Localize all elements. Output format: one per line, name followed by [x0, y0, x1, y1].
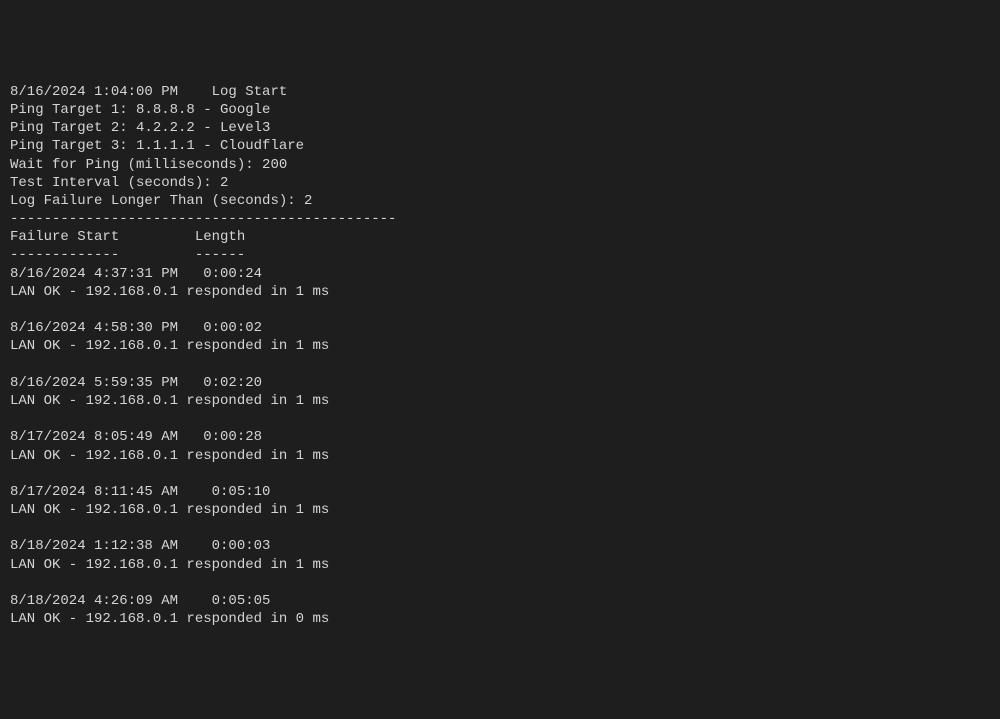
ping-target-1: Ping Target 1: 8.8.8.8 - Google: [10, 101, 990, 119]
failure-entry: 8/17/2024 8:05:49 AM 0:00:28: [10, 428, 990, 446]
blank-line: [10, 519, 990, 537]
failure-entry: 8/17/2024 8:11:45 AM 0:05:10: [10, 483, 990, 501]
log-start-line: 8/16/2024 1:04:00 PM Log Start: [10, 83, 990, 101]
column-underline: ------------- ------: [10, 246, 990, 264]
failure-entry: 8/16/2024 4:37:31 PM 0:00:24: [10, 265, 990, 283]
failure-entry: 8/16/2024 4:58:30 PM 0:00:02: [10, 319, 990, 337]
lan-status: LAN OK - 192.168.0.1 responded in 1 ms: [10, 392, 990, 410]
log-output: 8/16/2024 1:04:00 PM Log StartPing Targe…: [10, 83, 990, 629]
blank-line: [10, 574, 990, 592]
column-headers: Failure Start Length: [10, 228, 990, 246]
lan-status: LAN OK - 192.168.0.1 responded in 1 ms: [10, 556, 990, 574]
failure-entry: 8/18/2024 4:26:09 AM 0:05:05: [10, 592, 990, 610]
failure-entry: 8/18/2024 1:12:38 AM 0:00:03: [10, 537, 990, 555]
lan-status: LAN OK - 192.168.0.1 responded in 1 ms: [10, 337, 990, 355]
test-interval: Test Interval (seconds): 2: [10, 174, 990, 192]
lan-status: LAN OK - 192.168.0.1 responded in 1 ms: [10, 501, 990, 519]
ping-target-3: Ping Target 3: 1.1.1.1 - Cloudflare: [10, 137, 990, 155]
lan-status: LAN OK - 192.168.0.1 responded in 1 ms: [10, 447, 990, 465]
lan-status: LAN OK - 192.168.0.1 responded in 0 ms: [10, 610, 990, 628]
blank-line: [10, 301, 990, 319]
log-failure-threshold: Log Failure Longer Than (seconds): 2: [10, 192, 990, 210]
blank-line: [10, 410, 990, 428]
wait-for-ping: Wait for Ping (milliseconds): 200: [10, 156, 990, 174]
blank-line: [10, 465, 990, 483]
blank-line: [10, 356, 990, 374]
ping-target-2: Ping Target 2: 4.2.2.2 - Level3: [10, 119, 990, 137]
failure-entry: 8/16/2024 5:59:35 PM 0:02:20: [10, 374, 990, 392]
lan-status: LAN OK - 192.168.0.1 responded in 1 ms: [10, 283, 990, 301]
separator: ----------------------------------------…: [10, 210, 990, 228]
